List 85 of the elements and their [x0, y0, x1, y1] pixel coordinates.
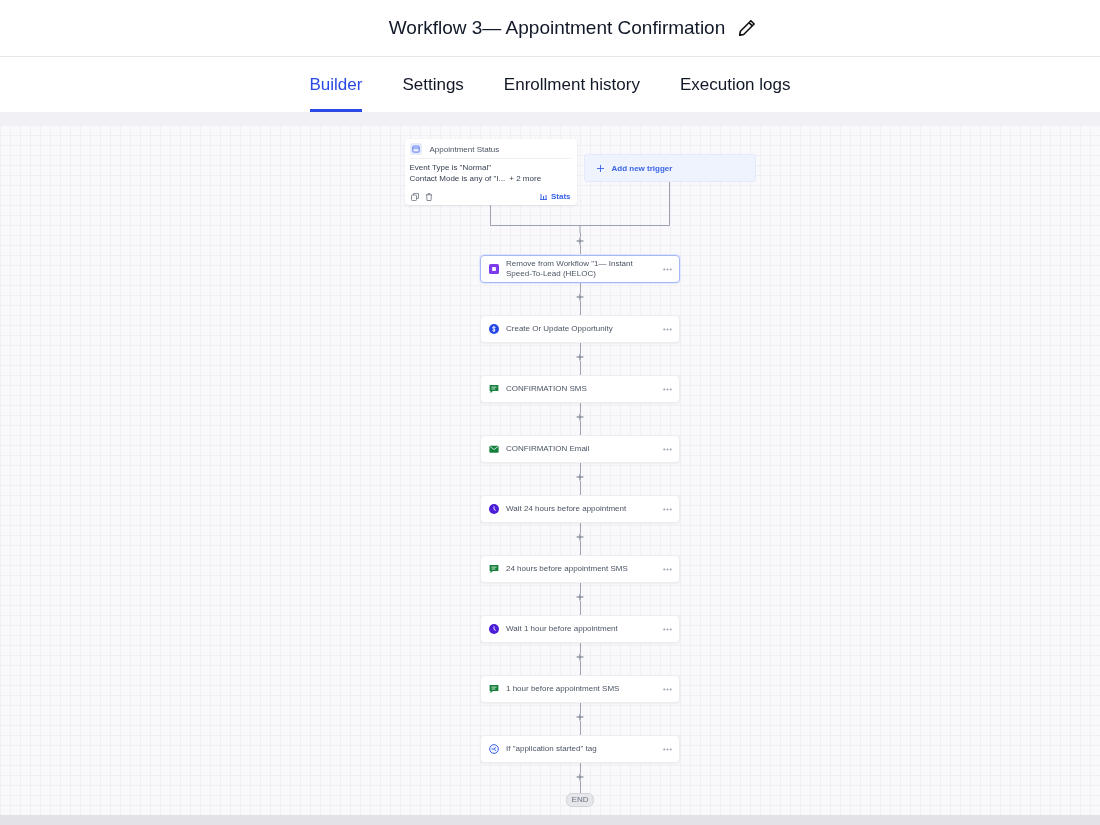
add-trigger-button[interactable]: Add new trigger — [583, 154, 756, 182]
more-icon[interactable] — [663, 447, 672, 451]
plus-icon[interactable] — [576, 293, 584, 301]
step-card[interactable]: Create Or Update Opportunity — [480, 315, 680, 343]
more-icon[interactable] — [663, 267, 672, 271]
connector-line — [579, 721, 581, 735]
connector-line — [579, 523, 581, 533]
more-icon[interactable] — [663, 387, 672, 391]
copy-icon[interactable] — [410, 192, 419, 201]
step-card[interactable]: Wait 1 hour before appointment — [480, 615, 680, 643]
end-node: END — [565, 793, 595, 807]
connector-line — [579, 541, 581, 555]
step-card[interactable]: 24 hours before appointment SMS — [480, 555, 680, 583]
plus-icon[interactable] — [576, 593, 584, 601]
step-label: CONFIRMATION SMS — [506, 384, 588, 394]
step-card[interactable]: CONFIRMATION Email — [480, 435, 680, 463]
tab[interactable]: Execution logs — [679, 57, 791, 112]
connector-line — [579, 583, 581, 593]
calendar-icon — [409, 143, 422, 155]
connector-line — [579, 245, 581, 255]
connector-line — [579, 361, 581, 375]
clock-icon — [489, 504, 499, 514]
more-icon[interactable] — [663, 687, 672, 691]
plus-icon[interactable] — [576, 413, 584, 421]
chat-icon — [489, 564, 499, 574]
step-label: Wait 1 hour before appointment — [506, 624, 619, 634]
more-icon[interactable] — [663, 627, 672, 631]
connector-line — [579, 763, 581, 773]
step-label: Wait 24 hours before appointment — [506, 504, 628, 514]
trigger-title: Appointment Status — [429, 144, 500, 154]
plus-icon[interactable] — [576, 473, 584, 481]
more-icon[interactable] — [663, 747, 672, 751]
envelope-icon — [489, 444, 499, 454]
stats-link[interactable]: Stats — [539, 192, 571, 201]
tab[interactable]: Settings — [402, 57, 464, 112]
step-card[interactable]: Wait 24 hours before appointment — [480, 495, 680, 523]
plus-icon[interactable] — [576, 237, 584, 245]
step-label: 24 hours before appointment SMS — [506, 564, 629, 574]
step-label: Create Or Update Opportunity — [506, 324, 614, 334]
chat-icon — [489, 684, 499, 694]
connector-line — [579, 643, 581, 653]
plus-icon — [596, 164, 604, 172]
step-label: CONFIRMATION Email — [506, 444, 591, 454]
connector-line — [579, 301, 581, 315]
connector-line — [579, 463, 581, 473]
step-label: 1 hour before appointment SMS — [506, 684, 621, 694]
more-icon[interactable] — [663, 327, 672, 331]
connector-line — [579, 421, 581, 435]
stop-icon — [489, 264, 499, 274]
step-card[interactable]: If "application started" tag — [480, 735, 680, 763]
connector-line — [579, 343, 581, 353]
tab[interactable]: Enrollment history — [503, 57, 640, 112]
clock-icon — [489, 624, 499, 634]
trigger-card[interactable]: Appointment Status Event Type is "Normal" Contact Mode is any of "I... + 2 more Stats — [404, 139, 577, 205]
connector-line — [490, 205, 491, 225]
more-count[interactable]: + 2 more — [509, 174, 542, 183]
step-card[interactable]: Remove from Workflow "1— Instant Speed-To-Lead (HELOC) — [480, 255, 680, 283]
more-icon[interactable] — [663, 507, 672, 511]
bar-chart-icon — [539, 193, 547, 200]
plus-icon[interactable] — [576, 653, 584, 661]
plus-icon[interactable] — [576, 533, 584, 541]
step-card[interactable]: 1 hour before appointment SMS — [480, 675, 680, 703]
connector-line — [579, 661, 581, 675]
step-card[interactable]: CONFIRMATION SMS — [480, 375, 680, 403]
connector-line — [579, 781, 581, 793]
plus-icon[interactable] — [576, 773, 584, 781]
trash-icon[interactable] — [424, 192, 433, 201]
connector-line — [579, 703, 581, 713]
step-label: Remove from Workflow "1— Instant Speed-To-Lead (HELOC) — [506, 259, 634, 279]
workflow-title: Workflow 3— Appointment Confirmation — [388, 17, 726, 39]
more-icon[interactable] — [663, 567, 672, 571]
pencil-icon[interactable] — [739, 20, 756, 36]
connector-line — [579, 481, 581, 495]
plus-icon[interactable] — [576, 713, 584, 721]
trigger-condition: Contact Mode is any of "I... — [409, 174, 506, 183]
trigger-condition: Event Type is "Normal" — [409, 163, 492, 172]
plus-icon[interactable] — [576, 353, 584, 361]
step-label: If "application started" tag — [506, 744, 598, 754]
connector-line — [579, 601, 581, 615]
chat-icon — [489, 384, 499, 394]
connector-line — [669, 182, 670, 225]
coin-icon — [489, 324, 499, 334]
branch-icon — [489, 744, 499, 754]
connector-line — [579, 283, 581, 293]
connector-line — [579, 403, 581, 413]
